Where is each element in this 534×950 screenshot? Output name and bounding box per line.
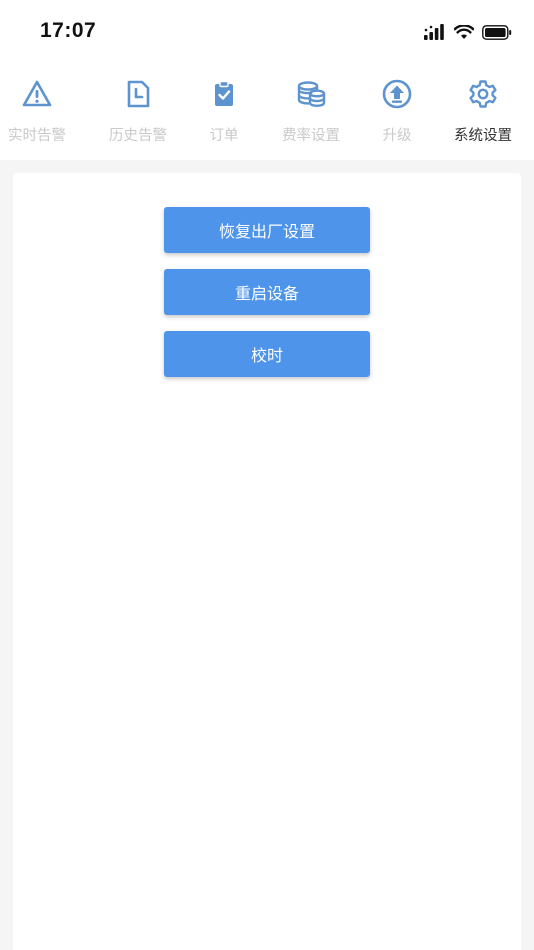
nav-item-system-settings[interactable]: 系统设置 (438, 62, 528, 160)
nav-label: 订单 (209, 128, 239, 144)
nav-label: 系统设置 (454, 128, 512, 144)
clipboard-check-icon (215, 80, 233, 106)
nav-label: 升级 (382, 128, 412, 144)
nav-item-realtime-alarm[interactable]: 实时告警 (0, 62, 82, 160)
status-icons (424, 22, 512, 42)
settings-panel: 恢复出厂设置 重启设备 校时 (13, 173, 521, 950)
nav-item-history-alarm[interactable]: 历史告警 (93, 62, 183, 160)
warning-triangle-icon (22, 80, 52, 107)
status-time: 17:07 (40, 19, 97, 42)
coin-stack-icon (297, 81, 326, 107)
document-clock-icon (127, 80, 150, 108)
nav-item-upgrade[interactable]: 升级 (352, 62, 442, 160)
time-sync-button[interactable]: 校时 (164, 331, 370, 377)
gear-icon (469, 80, 497, 108)
battery-icon (482, 24, 512, 40)
nav-label: 实时告警 (8, 128, 66, 144)
top-navigation: 实时告警 历史告警 订单 费率设置 升级 系统设置 (0, 62, 534, 160)
nav-item-rate-settings[interactable]: 费率设置 (266, 62, 356, 160)
nav-label: 历史告警 (109, 128, 167, 144)
nav-item-orders[interactable]: 订单 (179, 62, 269, 160)
restart-device-button[interactable]: 重启设备 (164, 269, 370, 315)
status-bar: 17:07 (0, 0, 534, 62)
wifi-icon (454, 24, 474, 39)
upload-arrow-icon (382, 79, 412, 109)
factory-reset-button[interactable]: 恢复出厂设置 (164, 207, 370, 253)
cellular-signal-icon (424, 24, 444, 40)
nav-label: 费率设置 (282, 128, 340, 144)
